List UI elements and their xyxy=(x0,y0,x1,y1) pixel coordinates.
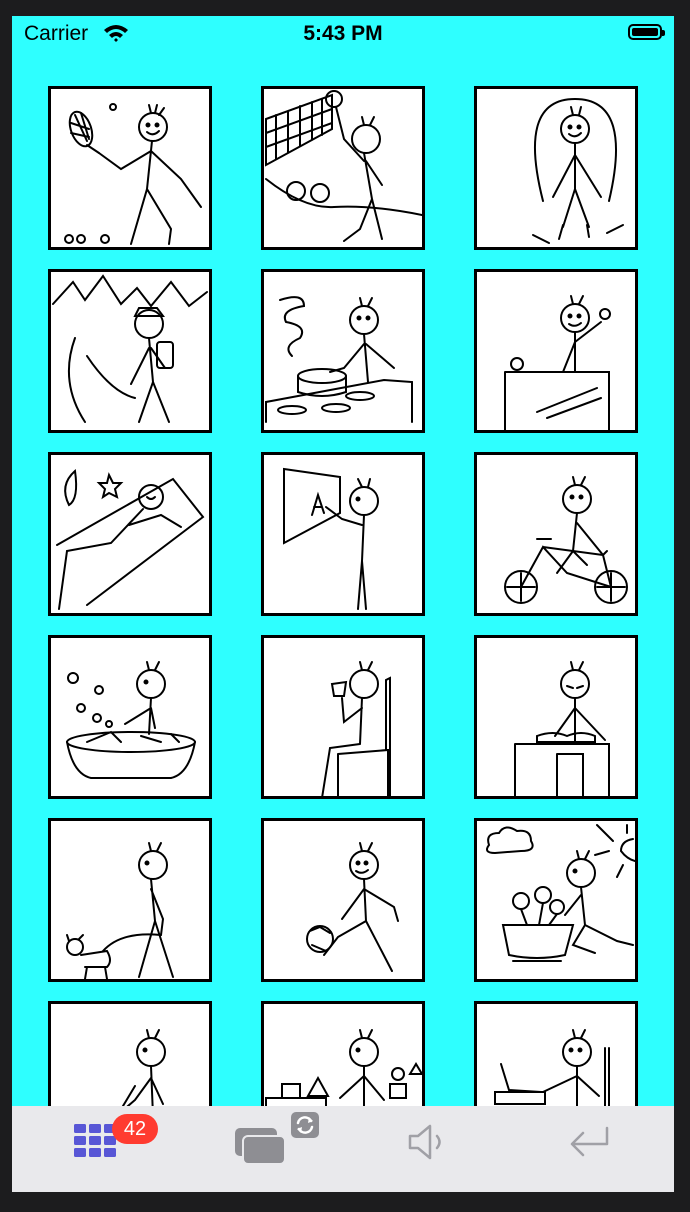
cards-refresh-icon xyxy=(235,1112,319,1165)
speaker-icon xyxy=(408,1124,441,1160)
activity-card-reading[interactable] xyxy=(474,635,638,799)
activity-card-playing-blocks[interactable] xyxy=(261,1001,425,1106)
activity-card-volleyball[interactable] xyxy=(261,86,425,250)
jump-rope-icon xyxy=(532,97,624,244)
battery-icon xyxy=(628,24,665,40)
gardening-icon xyxy=(486,824,635,962)
activity-grid xyxy=(12,16,674,1106)
tab-grid[interactable]: 42 xyxy=(12,1106,177,1176)
activity-card-tennis[interactable] xyxy=(48,86,212,250)
activity-card-writing-on-board[interactable] xyxy=(261,452,425,616)
writing-on-board-icon xyxy=(283,467,379,610)
playing-blocks-icon xyxy=(265,1029,422,1106)
activity-card-walking-dog[interactable] xyxy=(48,818,212,982)
sleeping-icon xyxy=(56,469,205,610)
app-screen: Carrier 5:43 PM 42 xyxy=(12,16,674,1192)
activity-card-cooking[interactable] xyxy=(261,269,425,433)
tab-cards[interactable] xyxy=(177,1106,342,1176)
using-computer-icon xyxy=(494,1029,610,1106)
tennis-icon xyxy=(64,103,202,245)
activity-card-hiking[interactable] xyxy=(48,269,212,433)
sweeping-icon xyxy=(121,1029,166,1106)
return-icon xyxy=(570,1126,609,1157)
cooking-icon xyxy=(265,296,413,423)
drinking-icon xyxy=(321,661,391,796)
tab-badge: 42 xyxy=(112,1114,158,1144)
volleyball-icon xyxy=(265,90,422,242)
grid-icon xyxy=(74,1124,116,1157)
hiking-icon xyxy=(52,274,208,423)
cycling-icon xyxy=(504,476,628,604)
activity-card-sweeping[interactable] xyxy=(48,1001,212,1106)
washing-dishes-icon xyxy=(66,661,196,779)
reading-icon xyxy=(514,661,610,796)
activity-card-playing-soccer[interactable] xyxy=(261,818,425,982)
playing-soccer-icon xyxy=(306,842,399,972)
activity-card-drinking[interactable] xyxy=(261,635,425,799)
tab-return[interactable] xyxy=(507,1106,672,1176)
tab-speaker[interactable] xyxy=(342,1106,507,1176)
activity-card-washing-dishes[interactable] xyxy=(48,635,212,799)
activity-card-jump-rope[interactable] xyxy=(474,86,638,250)
activity-card-sleeping[interactable] xyxy=(48,452,212,616)
activity-card-using-computer[interactable] xyxy=(474,1001,638,1106)
activity-card-cycling[interactable] xyxy=(474,452,638,616)
activity-card-gardening[interactable] xyxy=(474,818,638,982)
clock: 5:43 PM xyxy=(303,22,383,45)
status-bar: Carrier 5:43 PM xyxy=(12,16,674,56)
eating-icon xyxy=(504,295,611,430)
activity-card-eating[interactable] xyxy=(474,269,638,433)
walking-dog-icon xyxy=(66,842,174,979)
tab-bar: 42 xyxy=(12,1106,674,1192)
